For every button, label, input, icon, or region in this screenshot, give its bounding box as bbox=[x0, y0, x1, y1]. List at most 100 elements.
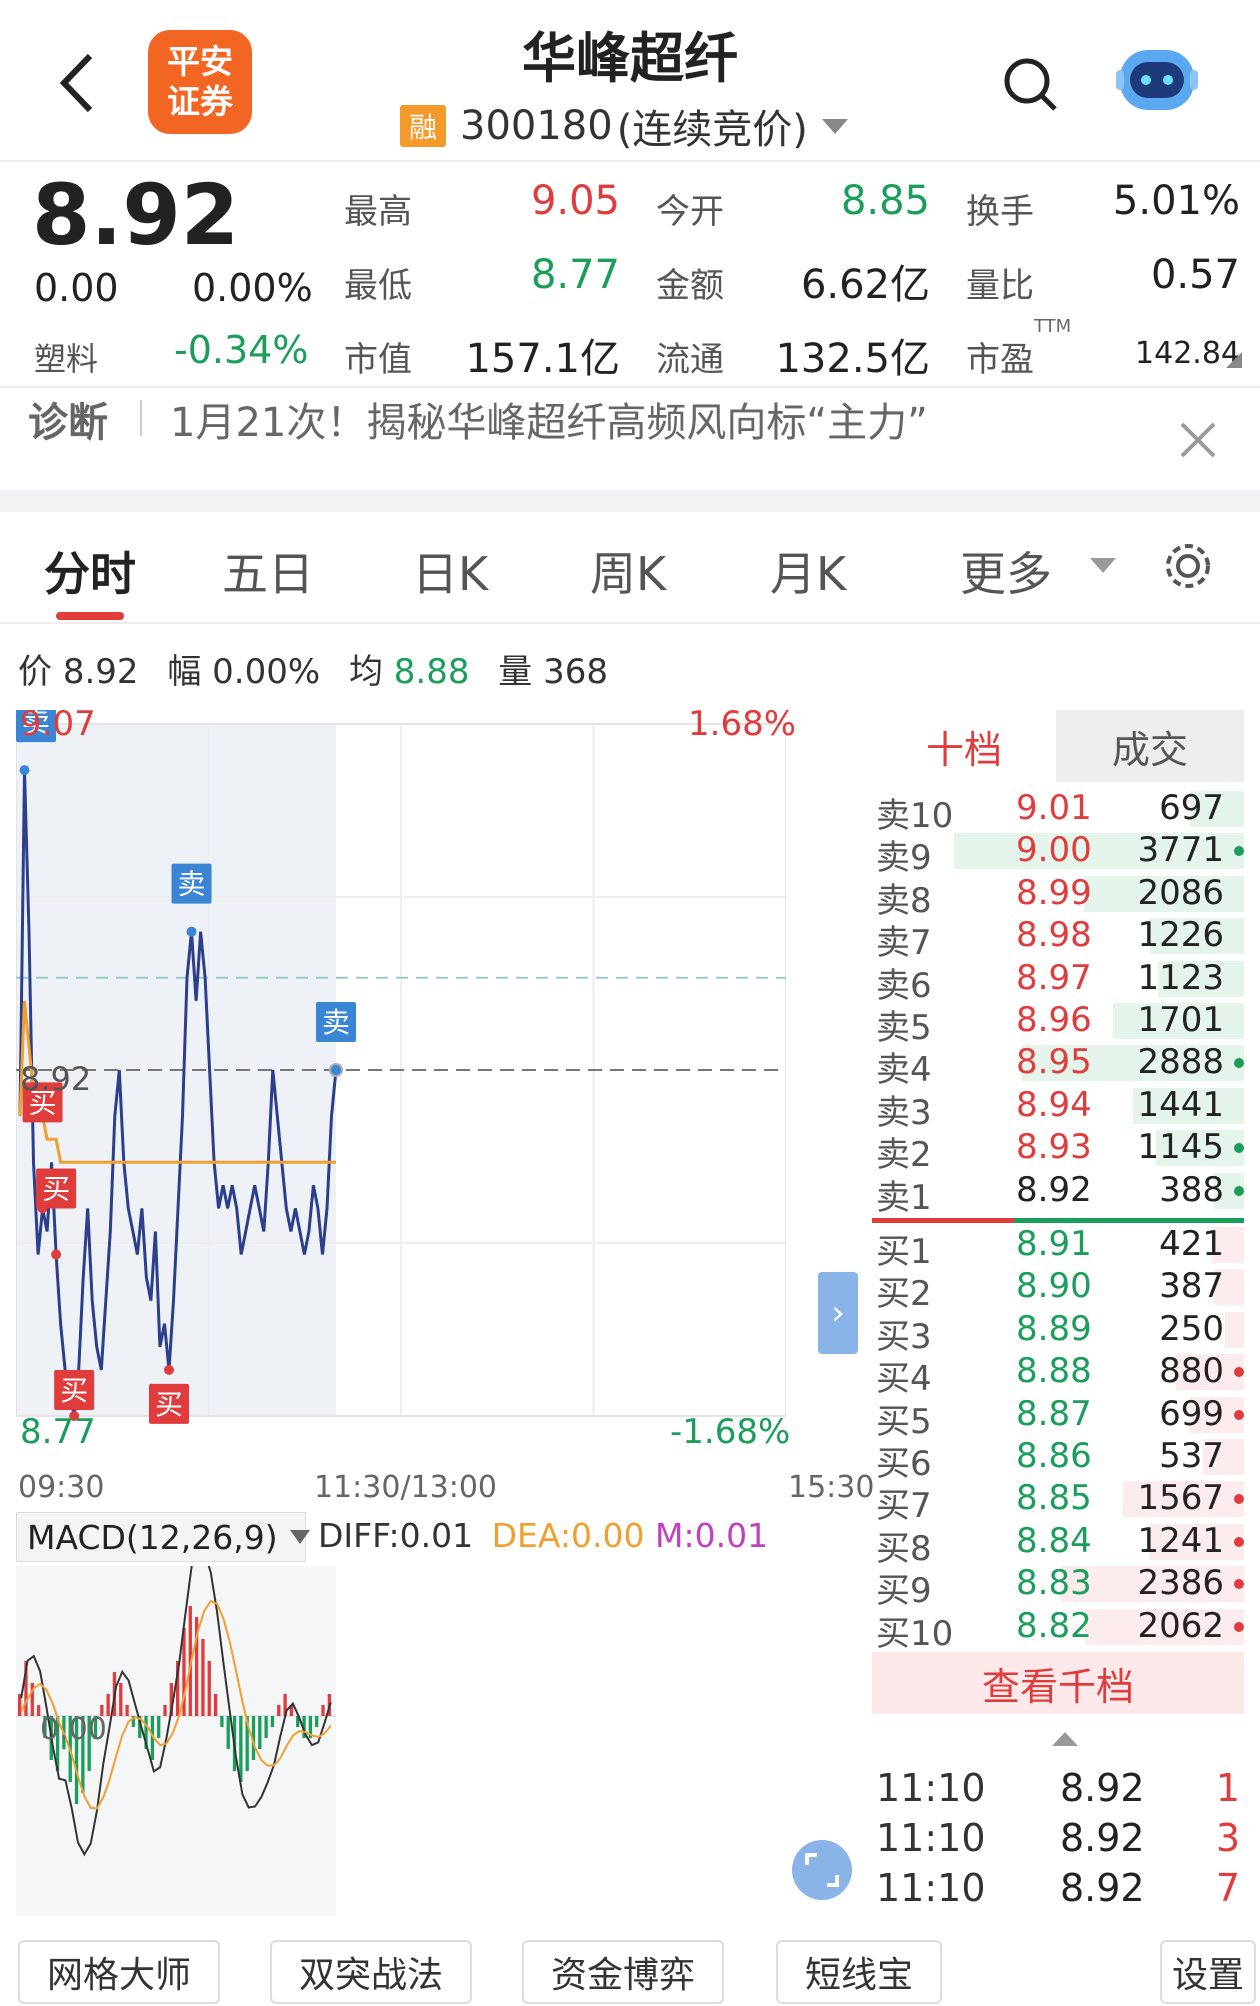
macd-bar bbox=[270, 1716, 275, 1727]
macd-values: DIFF:0.01 DEA:0.00 M:0.01 bbox=[318, 1516, 768, 1555]
marker-label: 买 bbox=[42, 1173, 70, 1206]
pct-high-label: 1.68% bbox=[688, 704, 797, 744]
y-low-label: 8.77 bbox=[20, 1412, 96, 1452]
amp-label: 幅 bbox=[167, 652, 202, 692]
bid-level-7[interactable]: 买8 8.84 1241 bbox=[874, 1521, 1244, 1569]
bid-level-0[interactable]: 买1 8.91 421 bbox=[874, 1224, 1244, 1272]
assistant-button[interactable] bbox=[1114, 40, 1200, 118]
orderbook-tab-trades-label: 成交 bbox=[1111, 727, 1188, 772]
orderbook-tab-trades[interactable]: 成交 bbox=[1056, 710, 1244, 782]
x-label-mid: 11:30/13:00 bbox=[314, 1470, 498, 1505]
view-more-depth-label: 查看千档 bbox=[981, 1664, 1134, 1709]
level-price: 8.88 bbox=[1016, 1351, 1092, 1392]
tick-price: 8.92 bbox=[1060, 1766, 1145, 1810]
tab-active-indicator bbox=[56, 612, 124, 620]
macd-bar bbox=[258, 1716, 262, 1749]
macd-selector[interactable]: MACD(12,26,9) bbox=[16, 1512, 310, 1562]
level-volume: 1441 bbox=[1137, 1084, 1224, 1125]
close-banner-button[interactable] bbox=[1178, 420, 1218, 460]
info-vol: 368 bbox=[543, 652, 609, 692]
bid-level-6[interactable]: 买7 8.85 1567 bbox=[874, 1478, 1244, 1526]
level-price: 9.01 bbox=[1016, 788, 1092, 828]
bid-level-4[interactable]: 买5 8.87 699 bbox=[874, 1393, 1244, 1442]
tab-3[interactable]: 周K bbox=[590, 538, 666, 604]
bid-level-8[interactable]: 买9 8.83 2386 bbox=[874, 1563, 1244, 1611]
tick-price: 8.92 bbox=[1060, 1866, 1145, 1910]
bid-level-1[interactable]: 买2 8.90 387 bbox=[874, 1266, 1244, 1314]
tab-4[interactable]: 月K bbox=[770, 538, 846, 604]
bottom-button-2[interactable]: 资金博弈 bbox=[522, 1940, 724, 2004]
macd-dea: DEA:0.00 bbox=[491, 1516, 645, 1555]
info-avg: 8.88 bbox=[393, 652, 470, 692]
macd-label: MACD(12,26,9) bbox=[27, 1517, 278, 1557]
view-more-depth-button[interactable]: 查看千档 bbox=[872, 1652, 1244, 1714]
quote-value-0: 9.05 bbox=[530, 178, 620, 224]
chevron-right-icon: › bbox=[831, 1293, 845, 1333]
ask-level-6[interactable]: 卖4 8.95 2888 bbox=[874, 1042, 1244, 1090]
intraday-chart[interactable]: 卖卖卖买买买买 bbox=[16, 710, 786, 1460]
bottom-button-1[interactable]: 双突战法 bbox=[270, 1940, 472, 2004]
tab-1[interactable]: 五日 bbox=[222, 538, 314, 604]
tick-time: 11:10 bbox=[876, 1816, 986, 1860]
ask-level-3[interactable]: 卖7 8.98 1226 bbox=[874, 915, 1244, 963]
quote-label-3: 最低 bbox=[344, 266, 412, 306]
quote-value-7: 132.5亿 bbox=[775, 336, 930, 382]
bid-level-5[interactable]: 买6 8.86 537 bbox=[874, 1436, 1244, 1484]
depth-bar bbox=[1225, 1311, 1244, 1348]
quote-label-5: 量比 bbox=[966, 266, 1034, 306]
level-volume: 388 bbox=[1159, 1169, 1224, 1210]
search-button[interactable] bbox=[1000, 54, 1060, 114]
macd-bar bbox=[264, 1716, 268, 1738]
tab-2[interactable]: 日K bbox=[412, 538, 488, 604]
more-caret-icon bbox=[1090, 558, 1116, 573]
stock-code-selector[interactable]: 融 300180 (连续竞价) bbox=[400, 98, 848, 154]
level-price: 8.91 bbox=[1016, 1224, 1092, 1264]
macd-bar bbox=[315, 1716, 319, 1727]
collapse-up-icon[interactable] bbox=[1052, 1732, 1078, 1746]
fullscreen-icon bbox=[805, 1853, 839, 1887]
settings-button[interactable] bbox=[1162, 540, 1214, 592]
tab-0[interactable]: 分时 bbox=[44, 538, 136, 604]
level-volume: 2062 bbox=[1137, 1605, 1224, 1646]
ask-level-0[interactable]: 卖10 9.01 697 bbox=[874, 788, 1244, 836]
fullscreen-button[interactable] bbox=[792, 1840, 852, 1900]
level-price: 8.99 bbox=[1016, 872, 1092, 913]
bottom-button-3[interactable]: 短线宝 bbox=[776, 1940, 942, 2004]
bid-level-9[interactable]: 买10 8.82 2062 bbox=[874, 1605, 1244, 1654]
search-icon bbox=[1004, 58, 1057, 111]
ask-level-9[interactable]: 卖1 8.92 388 bbox=[874, 1169, 1244, 1218]
bid-level-3[interactable]: 买4 8.88 880 bbox=[874, 1351, 1244, 1399]
info-amp: 0.00% bbox=[212, 652, 321, 692]
change-dot bbox=[1234, 1185, 1244, 1196]
x-label-close: 15:30 bbox=[788, 1470, 875, 1505]
macd-bar bbox=[213, 1694, 218, 1716]
ask-level-5[interactable]: 卖5 8.96 1701 bbox=[874, 1000, 1244, 1048]
macd-diff: DIFF:0.01 bbox=[318, 1516, 474, 1555]
bid-level-2[interactable]: 买3 8.89 250 bbox=[874, 1309, 1244, 1357]
pe-ttm-tag: TTM bbox=[1034, 316, 1072, 337]
level-volume: 2386 bbox=[1137, 1563, 1224, 1604]
bottom-button-4[interactable]: 设置 bbox=[1160, 1940, 1256, 2004]
macd-chart[interactable] bbox=[16, 1566, 786, 1916]
ask-level-8[interactable]: 卖2 8.93 1145 bbox=[874, 1127, 1244, 1175]
expand-panel-button[interactable]: › bbox=[818, 1272, 858, 1354]
level-price: 8.95 bbox=[1016, 1042, 1092, 1083]
sector-label[interactable]: 塑料 bbox=[34, 334, 98, 380]
info-price: 8.92 bbox=[62, 652, 139, 692]
close-icon bbox=[1180, 422, 1216, 458]
ask-level-4[interactable]: 卖6 8.97 1123 bbox=[874, 958, 1244, 1006]
tick-volume: 1 bbox=[1215, 1766, 1240, 1810]
ask-level-7[interactable]: 卖3 8.94 1441 bbox=[874, 1084, 1244, 1133]
sector-change: -0.34% bbox=[174, 328, 309, 372]
diagnosis-banner[interactable]: 诊断 1月21次！揭秘华峰超纤高频风向标“主力” bbox=[0, 390, 1260, 484]
tick-price: 8.92 bbox=[1060, 1816, 1145, 1860]
ask-level-2[interactable]: 卖8 8.99 2086 bbox=[874, 872, 1244, 921]
bottom-button-0[interactable]: 网格大师 bbox=[18, 1940, 220, 2004]
change-dot bbox=[1234, 1409, 1244, 1420]
ask-level-1[interactable]: 卖9 9.00 3771 bbox=[874, 830, 1244, 878]
tab-5[interactable]: 更多 bbox=[960, 538, 1052, 604]
orderbook-tab-ten[interactable]: 十档 bbox=[872, 710, 1056, 782]
price-change: 0.00 bbox=[34, 266, 119, 310]
macd-bar bbox=[125, 1705, 129, 1716]
level-price: 8.87 bbox=[1016, 1393, 1092, 1434]
